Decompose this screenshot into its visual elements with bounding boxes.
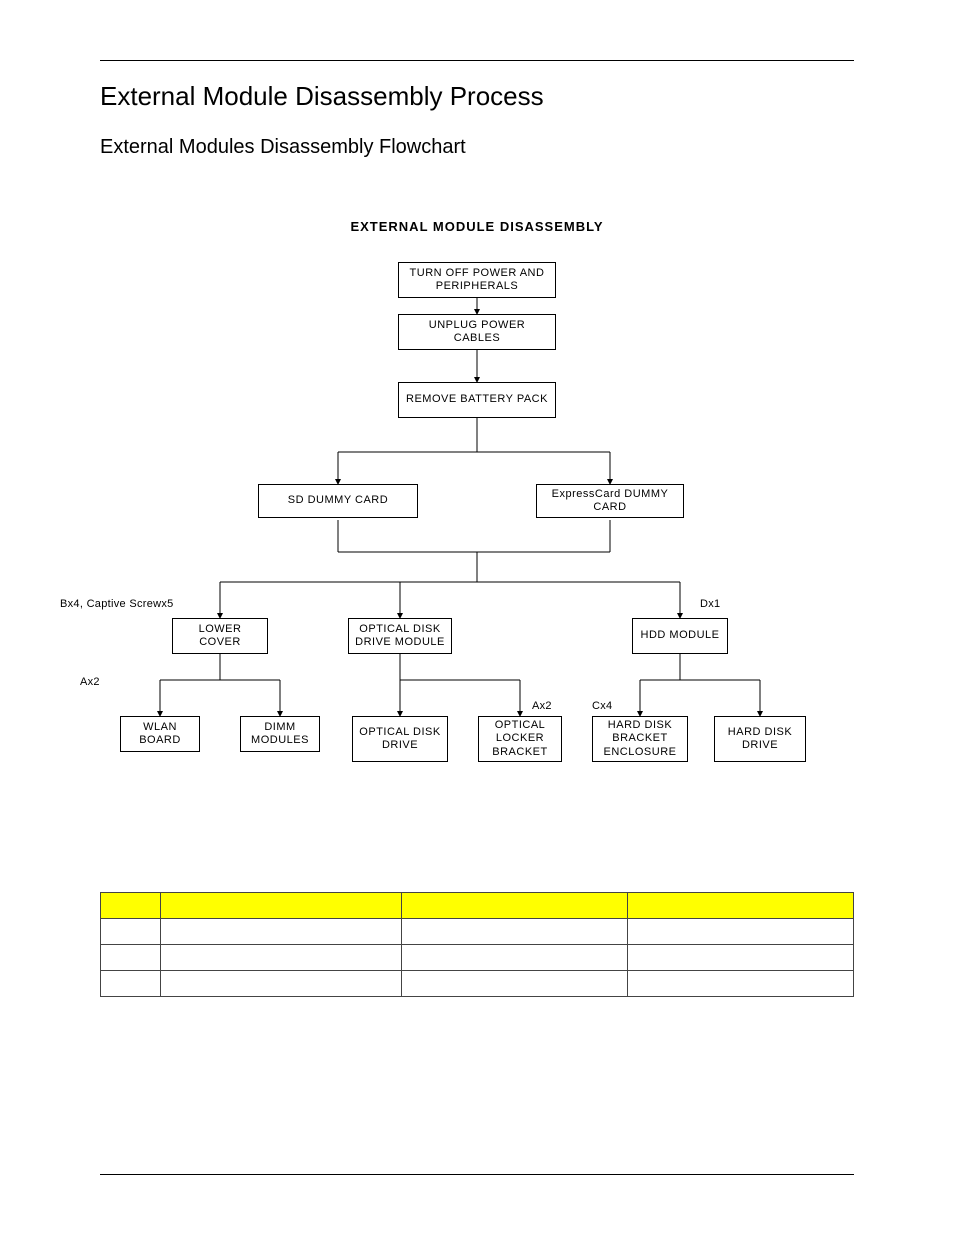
node-sd: SD DUMMY CARD (258, 484, 418, 518)
node-hdd-module: HDD MODULE (632, 618, 728, 654)
table-row (101, 971, 854, 997)
th-2 (402, 893, 628, 919)
label-ax2b: Ax2 (532, 700, 552, 712)
table-row (101, 919, 854, 945)
label-dx1: Dx1 (700, 598, 720, 610)
th-1 (161, 893, 402, 919)
top-rule (100, 60, 854, 61)
th-0 (101, 893, 161, 919)
node-olb: OPTICAL LOCKER BRACKET (478, 716, 562, 762)
table-row (101, 945, 854, 971)
node-wlan: WLAN BOARD (120, 716, 200, 752)
bottom-rule (100, 1174, 854, 1175)
th-3 (628, 893, 854, 919)
flowchart: TURN OFF POWER AND PERIPHERALS UNPLUG PO… (100, 262, 854, 822)
node-hd-drive: HARD DISK DRIVE (714, 716, 806, 762)
node-dimm: DIMM MODULES (240, 716, 320, 752)
node-odd: OPTICAL DISK DRIVE (352, 716, 448, 762)
node-hd-bracket: HARD DISK BRACKET ENCLOSURE (592, 716, 688, 762)
page-title: External Module Disassembly Process (100, 81, 854, 112)
node-lower-cover: LOWER COVER (172, 618, 268, 654)
node-turn-off: TURN OFF POWER AND PERIPHERALS (398, 262, 556, 298)
flowchart-title: EXTERNAL MODULE DISASSEMBLY (100, 219, 854, 234)
node-odd-module: OPTICAL DISK DRIVE MODULE (348, 618, 452, 654)
node-unplug: UNPLUG POWER CABLES (398, 314, 556, 350)
node-battery: REMOVE BATTERY PACK (398, 382, 556, 418)
screw-table (100, 892, 854, 997)
table-header-row (101, 893, 854, 919)
page-subtitle: External Modules Disassembly Flowchart (100, 136, 854, 159)
document-page: External Module Disassembly Process Exte… (0, 0, 954, 1235)
node-express: ExpressCard DUMMY CARD (536, 484, 684, 518)
label-ax2a: Ax2 (80, 676, 100, 688)
label-cx4: Cx4 (592, 700, 612, 712)
label-bx4: Bx4, Captive Screwx5 (60, 598, 174, 610)
